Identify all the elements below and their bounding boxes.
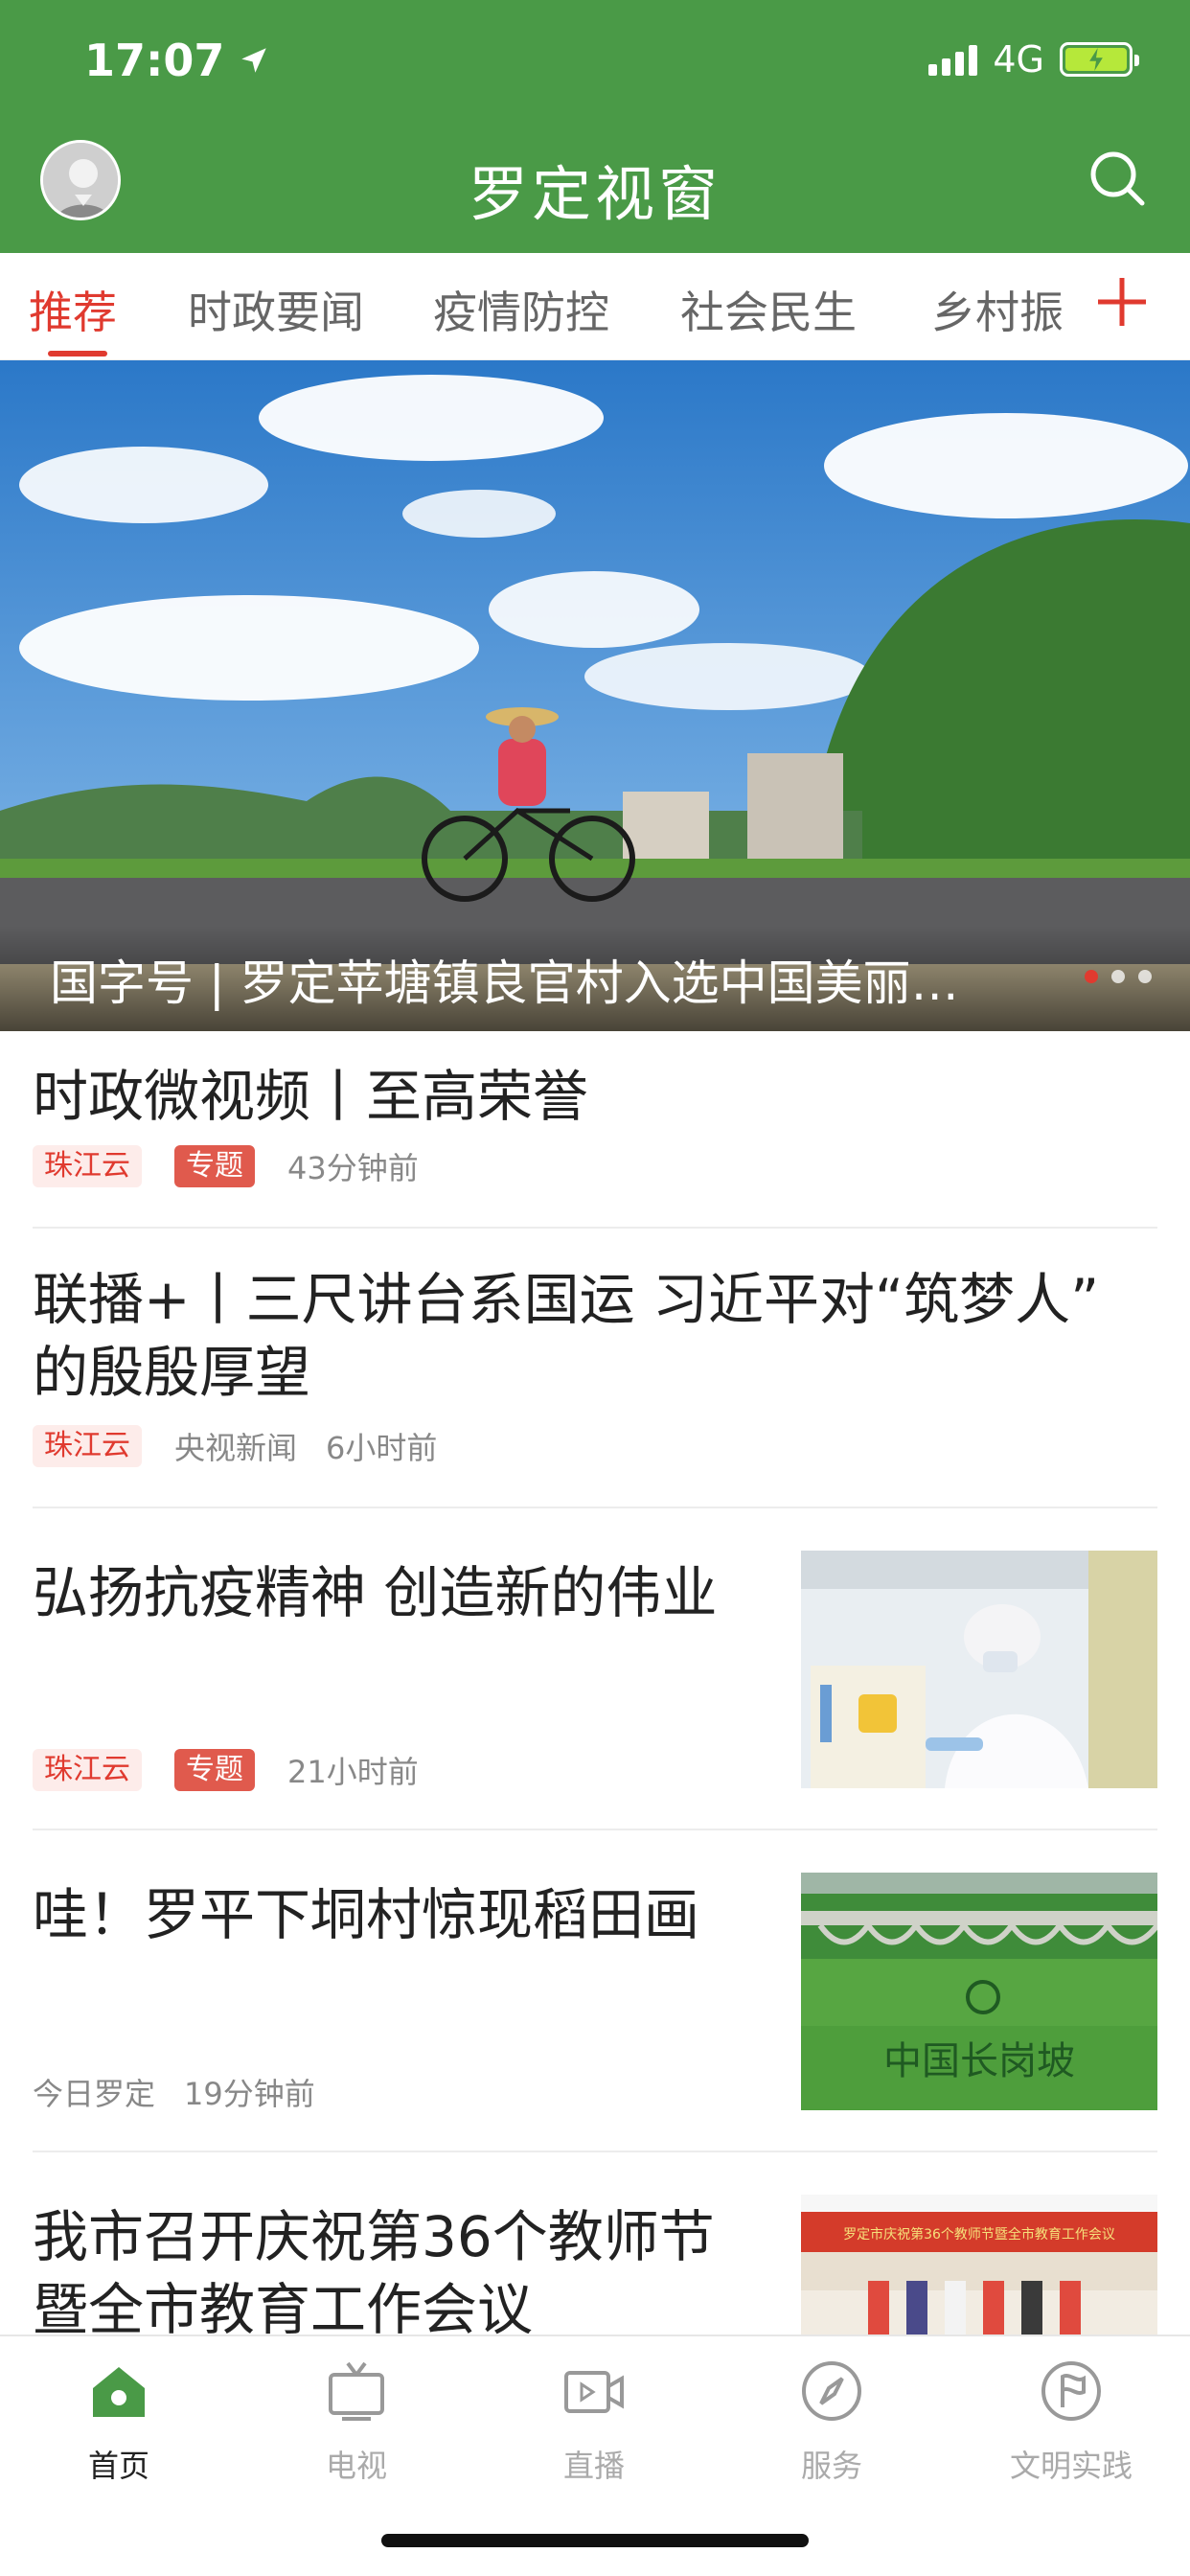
category-tabs: 推荐 时政要闻 疫情防控 社会民生 乡村振 [0, 253, 1190, 360]
news-meta: 珠江云 央视新闻 6小时前 [33, 1424, 466, 1468]
news-time: 43分钟前 [287, 1150, 419, 1186]
status-time: 17:07 [84, 34, 270, 86]
app-header: 17:07 4G 罗定视窗 [0, 0, 1190, 253]
carousel-dot [1111, 970, 1125, 983]
banner-carousel[interactable]: 国字号 | 罗定苹塘镇良官村入选中国美丽… [0, 360, 1190, 1031]
topic-badge: 专题 [174, 1749, 255, 1791]
news-thumbnail: 罗定市庆祝第36个教师节暨全市教育工作会议 [801, 2195, 1157, 2334]
news-item-4[interactable]: 哇！罗平下垌村惊现稻田画 今日罗定 19分钟前 中国长岗坡 [0, 1830, 1190, 2152]
source-tag: 珠江云 [33, 1749, 142, 1791]
tab-recommend[interactable]: 推荐 [29, 278, 117, 341]
news-item-5[interactable]: 我市召开庆祝第36个教师节 暨全市教育工作会议 罗定市庆祝第36个教师节暨全市教… [0, 2152, 1190, 2334]
news-meta: 珠江云 专题 21小时前 [33, 1748, 447, 1792]
news-thumbnail: 中国长岗坡 [801, 1873, 1157, 2110]
meeting-image: 罗定市庆祝第36个教师节暨全市教育工作会议 [801, 2195, 1157, 2334]
nav-home[interactable]: 首页 [0, 2358, 238, 2486]
nav-live[interactable]: 直播 [475, 2358, 713, 2486]
nav-label: 直播 [562, 2448, 625, 2484]
nav-label: 电视 [325, 2448, 387, 2484]
news-time: 6小时前 [326, 1430, 438, 1466]
news-meta: 珠江云 专题 43分钟前 [33, 1144, 447, 1188]
tab-politics[interactable]: 时政要闻 [188, 278, 364, 341]
location-arrow-icon [241, 48, 267, 73]
nav-service[interactable]: 服务 [713, 2358, 950, 2486]
source-tag: 珠江云 [33, 1425, 142, 1467]
news-item-2[interactable]: 联播+丨三尺讲台系国运 习近平对“筑梦人” 的殷殷厚望 珠江云 央视新闻 6小时… [0, 1229, 1190, 1508]
network-type: 4G [993, 38, 1044, 80]
signal-icon [928, 43, 978, 76]
news-title: 哇！罗平下垌村惊现稻田画 [33, 1882, 700, 1947]
news-title-line1: 我市召开庆祝第36个教师节 [33, 2204, 715, 2269]
carousel-dot [1085, 970, 1098, 983]
plus-icon [1098, 278, 1146, 326]
news-extra-source: 央视新闻 [174, 1430, 298, 1466]
news-item-3[interactable]: 弘扬抗疫精神 创造新的伟业 珠江云 专题 21小时前 [0, 1508, 1190, 1830]
news-meta: 今日罗定 19分钟前 [33, 2070, 344, 2114]
rice-field-image: 中国长岗坡 [801, 1873, 1157, 2110]
news-item-1[interactable]: 时政微视频丨至高荣誉 珠江云 专题 43分钟前 [0, 1031, 1190, 1232]
tab-epidemic[interactable]: 疫情防控 [433, 278, 609, 341]
home-indicator [381, 2534, 809, 2547]
battery-icon [1060, 42, 1139, 77]
lab-worker-image [801, 1551, 1157, 1788]
nav-tv[interactable]: 电视 [238, 2358, 475, 2486]
topic-badge: 专题 [174, 1145, 255, 1187]
news-time: 19分钟前 [184, 2076, 315, 2112]
rice-field-text: 中国长岗坡 [883, 2039, 1075, 2083]
search-button[interactable] [1085, 146, 1152, 213]
news-title: 弘扬抗疫精神 创造新的伟业 [33, 1560, 718, 1625]
home-icon [93, 2367, 145, 2417]
news-thumbnail [801, 1551, 1157, 1788]
banner-caption: 国字号 | 罗定苹塘镇良官村入选中国美丽… [50, 955, 959, 1011]
news-title-line2: 暨全市教育工作会议 [33, 2277, 534, 2334]
nav-civilization[interactable]: 文明实践 [952, 2358, 1190, 2486]
search-icon [1090, 151, 1145, 206]
news-source: 今日罗定 [33, 2076, 156, 2112]
compass-icon [802, 2361, 861, 2421]
flag-circle-icon [1041, 2361, 1101, 2421]
tab-livelihood[interactable]: 社会民生 [680, 278, 857, 341]
nav-label: 服务 [800, 2448, 862, 2484]
add-tab-button[interactable] [1092, 272, 1152, 332]
nav-label: 首页 [87, 2448, 149, 2484]
news-title-line2: 的殷殷厚望 [33, 1340, 311, 1405]
tab-rural[interactable]: 乡村振 [931, 278, 1064, 341]
carousel-dots [1085, 970, 1152, 983]
app-title: 罗定视窗 [468, 159, 721, 229]
news-title: 时政微视频丨至高荣誉 [33, 1064, 589, 1129]
news-time: 21小时前 [287, 1754, 419, 1790]
news-title-line1: 联播+丨三尺讲台系国运 习近平对“筑梦人” [33, 1267, 1100, 1332]
nav-label: 文明实践 [1009, 2448, 1133, 2484]
source-tag: 珠江云 [33, 1145, 142, 1187]
meeting-banner-text: 罗定市庆祝第36个教师节暨全市教育工作会议 [843, 2226, 1115, 2242]
active-tab-indicator [48, 351, 107, 356]
tv-icon [329, 2361, 384, 2421]
status-time-text: 17:07 [84, 34, 225, 86]
carousel-dot [1138, 970, 1152, 983]
status-right: 4G [928, 38, 1139, 80]
live-video-icon [564, 2371, 624, 2413]
